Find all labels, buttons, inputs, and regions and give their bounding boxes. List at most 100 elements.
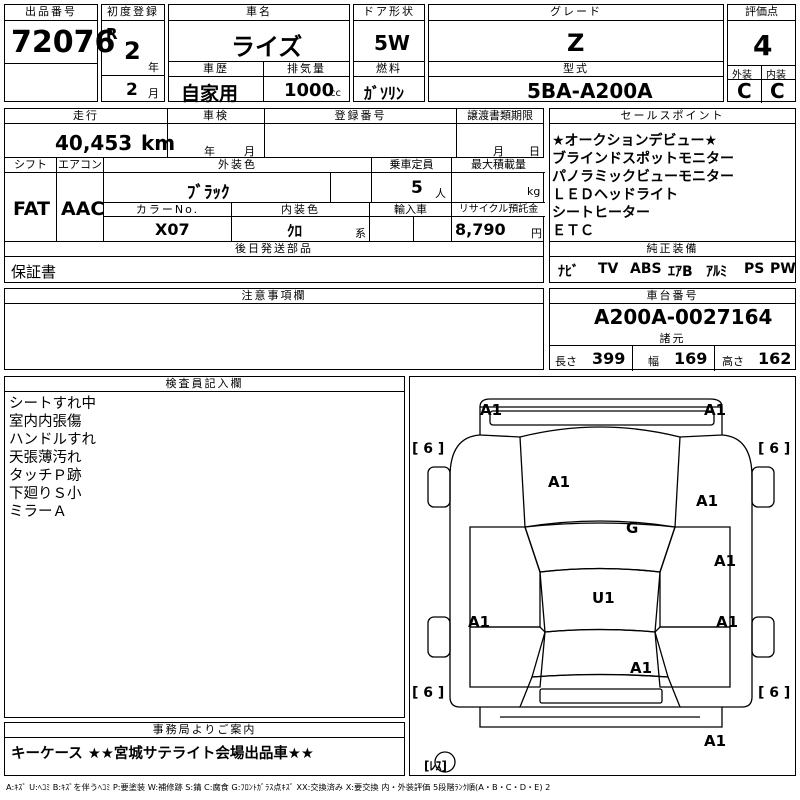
mark-rear-glass: A1 (630, 659, 653, 677)
tire-tread-bl: [ 6 ] (412, 685, 445, 701)
legend: A:ｷｽﾞ U:ﾍｺﾐ B:ｷｽﾞを伴うﾍｺﾐ P:要塗装 W:補修跡 S:錆 … (6, 782, 551, 792)
chassis-label: 車台番号 (550, 289, 795, 304)
transfer-cell: 譲渡書類期限 月 日 (456, 108, 544, 158)
month-unit: 月 (148, 87, 159, 100)
fuel: ｶﾞｿﾘﾝ (364, 84, 405, 103)
inspector-line: ハンドルすれ (9, 432, 96, 448)
equipment-item: ｱﾙﾐ (706, 264, 727, 280)
width: 169 (674, 349, 708, 368)
load-label: 最大積載量 (452, 158, 545, 173)
later-item: 保証書 (11, 263, 57, 281)
car-outline (427, 398, 775, 773)
mileage: 40,453 (55, 131, 133, 155)
fuel-cell: 燃料 ｶﾞｿﾘﾝ (353, 61, 425, 103)
office-cell: 事務局よりご案内 キーケース ★★宮城サテライト会場出品車★★ (4, 722, 405, 776)
car-diagram: A1 A1 A1 A1 G A1 U1 A1 A1 A1 A1 [ 6 ] [ … (409, 376, 796, 776)
mark-left-rear-door: A1 (468, 613, 491, 631)
office-text: キーケース ★★宮城サテライト会場出品車★★ (11, 746, 314, 762)
mark-roof: U1 (592, 589, 615, 607)
hist-label: 車歴 (169, 62, 263, 77)
load-unit: kg (527, 185, 541, 198)
equipment-cell: 純正装備 ﾅﾋﾞ TV ABS ｴｱB ｱﾙﾐ PS PW (549, 241, 796, 283)
transfer-label: 譲渡書類期限 (457, 109, 543, 124)
sales-item: ＬＥＤヘッドライト (552, 187, 678, 203)
history: 自家用 (181, 83, 239, 105)
notes-label: 注意事項欄 (5, 289, 543, 304)
mark-right-front-door: A1 (714, 552, 737, 570)
tire-tread-br: [ 6 ] (758, 685, 791, 701)
spare-tire: [ﾚｽ] (424, 759, 447, 773)
length-label: 長さ (555, 355, 577, 368)
recycle: 8,790 (455, 220, 506, 239)
era: R (106, 25, 118, 43)
height-label: 高さ (722, 355, 744, 368)
ac-label: エアコン (57, 158, 103, 173)
score-label: 評価点 (728, 5, 795, 21)
sales-item: パノラミックビューモニター (552, 169, 734, 185)
equipment-item: ABS (630, 261, 662, 277)
displacement: 1000 (284, 80, 335, 101)
colorno-label: カラーNo. (104, 203, 231, 217)
recycle-unit: 円 (531, 227, 542, 240)
doors: 5W (374, 31, 410, 55)
inspector-line: 天張薄汚れ (9, 450, 82, 466)
later-label: 後日発送部品 (5, 242, 543, 257)
reg-label: 初度登録 (102, 5, 164, 21)
disp-label: 排気量 (264, 62, 349, 77)
mark-hood: A1 (548, 473, 571, 491)
reg-year: 2 (124, 37, 141, 65)
doors-cell: ドア形状 5W (353, 4, 425, 62)
doors-label: ドア形状 (354, 5, 424, 21)
length: 399 (592, 349, 626, 368)
mileage-cell: 走行 40,453 km (4, 108, 175, 158)
model-label: 型式 (429, 62, 723, 77)
office-label: 事務局よりご案内 (5, 723, 404, 738)
regno-cell: 登録番号 (264, 108, 457, 158)
color-label: 外装色 (104, 158, 371, 173)
chassis-cell: 車台番号 A200A-0027164 諸元 長さ 399 幅 169 高さ 16… (549, 288, 796, 371)
int-color: ｸﾛ (287, 222, 303, 240)
later-parts-cell: 後日発送部品 保証書 (4, 241, 544, 283)
lot-cell: 出品番号 72076 (4, 4, 115, 102)
equipment-label: 純正装備 (550, 242, 795, 257)
inspector-line: シートすれ中 (9, 396, 96, 412)
sales-item: ＥＴＣ (552, 223, 594, 239)
displacement-cell: 排気量 1000 cc (263, 61, 350, 102)
regno-label: 登録番号 (265, 109, 456, 124)
car-name-cell: 車名 ライズ (168, 4, 350, 62)
int-color-unit: 系 (355, 227, 366, 240)
shift-label: シフト (5, 158, 56, 173)
sales-item: シートヒーター (552, 205, 650, 221)
sales-item: ブラインドスポットモニター (552, 151, 734, 167)
grade: Z (567, 29, 585, 57)
dims-label: 諸元 (550, 332, 795, 346)
inspector-line: 下廻りＳ小 (9, 486, 82, 502)
mileage-label: 走行 (5, 109, 167, 124)
inspector-label: 検査員記入欄 (5, 377, 404, 392)
recycle-label: リサイクル預託金 (452, 203, 545, 217)
score: 4 (753, 29, 773, 62)
width-label: 幅 (648, 355, 659, 368)
mark-right-rear-door: A1 (716, 613, 739, 631)
mark-front-left: A1 (480, 401, 503, 419)
intcolor-label: 内装色 (232, 203, 369, 217)
equipment-item: PS (744, 261, 765, 277)
mark-right-fender: A1 (696, 492, 719, 510)
equipment-item: TV (598, 261, 619, 277)
tire-tread-tr: [ 6 ] (758, 441, 791, 457)
inspection-cell: 車検 年 月 (167, 108, 265, 158)
inspector-cell: 検査員記入欄 シートすれ中 室内内張傷 ハンドルすれ 天張薄汚れ タッチＰ跡 下… (4, 376, 405, 718)
car-name: ライズ (231, 33, 303, 61)
grade-cell: グレード Z (428, 4, 724, 62)
sales-label: セールスポイント (550, 109, 795, 124)
disp-unit: cc (330, 88, 341, 99)
inspector-line: タッチＰ跡 (9, 468, 82, 484)
name-label: 車名 (169, 5, 349, 21)
equipment-item: ﾅﾋﾞ (558, 264, 579, 280)
shift: FAT (13, 198, 50, 220)
lot-number: 72076 (11, 25, 116, 60)
int-grade: C (770, 79, 785, 103)
model: 5BA-A200A (527, 79, 653, 103)
ac: AAC (61, 198, 105, 220)
mark-windshield: G (626, 519, 639, 537)
